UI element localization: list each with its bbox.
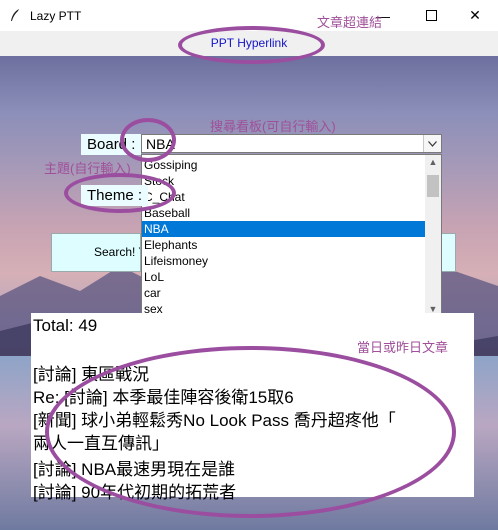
maximize-button[interactable] [408,0,454,31]
board-option[interactable]: Stock [142,173,426,189]
board-option[interactable]: Gossiping [142,157,426,173]
feather-icon [11,9,19,21]
daily-annotation: 當日或昨日文章 [357,340,449,355]
board-option[interactable]: Elephants [142,237,426,253]
board-highlight-ring [120,118,176,162]
posts-highlight-ring [45,346,456,518]
search-button[interactable]: Search! Y [51,233,141,272]
dropdown-scrollbar[interactable]: ▲ ▼ [425,155,441,316]
total-count: Total: 49 [33,316,98,335]
board-dropdown-list[interactable]: Gossiping Stock C_Chat Baseball NBA Elephants… [141,154,442,317]
search-button-edge[interactable] [442,233,456,272]
board-combobox[interactable]: NBA [141,134,442,153]
board-option[interactable]: LoL [142,269,426,285]
window-title: Lazy PTT [30,9,82,23]
scroll-thumb[interactable] [427,175,439,197]
chevron-down-icon[interactable] [423,135,441,152]
board-annotation: 搜尋看板(可自行輸入) [210,119,336,134]
board-option[interactable]: car [142,285,426,301]
theme-highlight-ring [64,173,176,213]
hyperlink-annotation: 文章超連結 [317,15,383,30]
board-option[interactable]: Baseball [142,205,426,221]
hyperlink-highlight-ring [178,26,325,64]
board-option[interactable]: NBA [142,221,426,237]
scroll-up-icon[interactable]: ▲ [425,155,441,169]
close-button[interactable]: ✕ [452,0,498,31]
maximize-icon [425,10,437,21]
board-option[interactable]: Lifeismoney [142,253,426,269]
board-option[interactable]: C_Chat [142,189,426,205]
